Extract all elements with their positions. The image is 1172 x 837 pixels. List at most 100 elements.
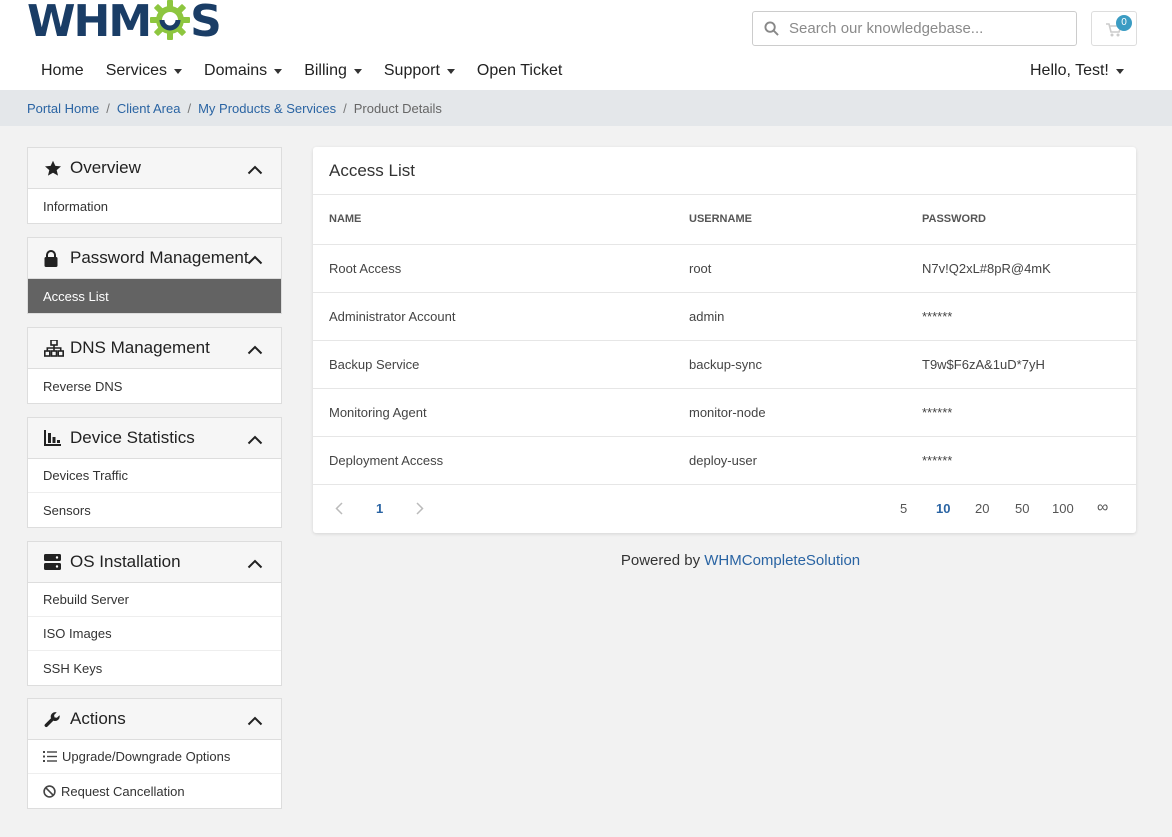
pagination: 1 5 10 20 50 100 ∞ <box>313 485 1136 533</box>
sidebar-item-reverse-dns[interactable]: Reverse DNS <box>28 369 281 403</box>
sidebar-item-upgrade-downgrade[interactable]: Upgrade/Downgrade Options <box>28 740 281 774</box>
page-size-option[interactable]: 10 <box>936 501 950 516</box>
card-title: Access List <box>313 147 1136 195</box>
wrench-icon <box>44 711 66 728</box>
sidebar-panel-overview: Overview Information <box>27 147 282 224</box>
sidebar-item-label: Upgrade/Downgrade Options <box>62 749 231 764</box>
access-list-card: Access List NAME USERNAME PASSWORD Root … <box>313 147 1136 533</box>
cell-password: ****** <box>922 292 1136 341</box>
breadcrumb-separator: / <box>343 100 347 116</box>
cart-count-badge: 0 <box>1116 15 1132 31</box>
cell-username: root <box>689 244 922 293</box>
footer-prefix: Powered by <box>620 552 705 569</box>
sidebar-item-devices-traffic[interactable]: Devices Traffic <box>28 459 281 493</box>
nav-label: Services <box>105 62 168 79</box>
sidebar-panel-os-installation: OS Installation Rebuild Server ISO Image… <box>27 541 282 686</box>
cell-name: Backup Service <box>313 340 689 389</box>
sidebar-item-ssh-keys[interactable]: SSH Keys <box>28 651 281 685</box>
sidebar-item-label: SSH Keys <box>43 660 103 676</box>
sidebar-item-request-cancellation[interactable]: Request Cancellation <box>28 774 281 808</box>
breadcrumb-client-area[interactable]: Client Area <box>117 101 181 116</box>
cell-password: T9w$F6zA&1uD*7yH <box>922 340 1136 389</box>
caret-down-icon <box>174 68 183 74</box>
chevron-up-icon[interactable] <box>247 554 263 574</box>
site-header: WHM S Search our knowledgebase... 0 Home… <box>0 0 1172 90</box>
chevron-left-icon[interactable] <box>335 501 343 518</box>
nav-home[interactable]: Home <box>41 62 84 80</box>
panel-title: Device Statistics <box>70 428 195 447</box>
column-header-username[interactable]: USERNAME <box>689 195 922 245</box>
chevron-up-icon[interactable] <box>247 430 263 450</box>
panel-header[interactable]: OS Installation <box>28 542 281 583</box>
main-nav: Home Services Domains Billing Support Op… <box>41 62 584 80</box>
panel-header[interactable]: Device Statistics <box>28 418 281 459</box>
page-size-option[interactable]: 5 <box>900 501 907 516</box>
breadcrumb-portal-home[interactable]: Portal Home <box>27 101 99 116</box>
caret-down-icon <box>274 68 283 74</box>
sidebar-item-label: Devices Traffic <box>43 468 129 483</box>
page-size-option[interactable]: 20 <box>975 501 989 516</box>
panel-title: DNS Management <box>70 338 210 357</box>
nav-label: Home <box>41 62 84 79</box>
chevron-up-icon[interactable] <box>247 250 263 270</box>
nav-services[interactable]: Services <box>105 62 183 80</box>
cell-username: admin <box>689 292 922 341</box>
sidebar-panel-dns-management: DNS Management Reverse DNS <box>27 327 282 404</box>
chevron-up-icon[interactable] <box>247 711 263 731</box>
sitemap-icon <box>44 339 66 357</box>
footer-link[interactable]: WHMCompleteSolution <box>704 552 860 569</box>
nav-domains[interactable]: Domains <box>204 62 283 80</box>
cell-name: Deployment Access <box>313 436 689 485</box>
page-size-option[interactable]: ∞ <box>1097 499 1108 517</box>
cell-username: backup-sync <box>689 340 922 389</box>
search-input[interactable] <box>789 20 1059 37</box>
column-header-name[interactable]: NAME <box>313 195 689 245</box>
caret-down-icon <box>446 68 455 74</box>
table-row: Monitoring Agent monitor-node ****** <box>313 388 1136 437</box>
chevron-up-icon[interactable] <box>247 160 263 180</box>
sidebar-item-sensors[interactable]: Sensors <box>28 493 281 527</box>
nav-label: Support <box>383 62 440 79</box>
panel-header[interactable]: Actions <box>28 699 281 740</box>
nav-billing[interactable]: Billing <box>304 62 362 80</box>
nav-support[interactable]: Support <box>384 62 455 80</box>
star-icon <box>44 160 66 177</box>
panel-header[interactable]: Password Management <box>28 238 281 279</box>
sidebar-item-rebuild-server[interactable]: Rebuild Server <box>28 583 281 617</box>
caret-down-icon <box>353 68 362 74</box>
sidebar-item-access-list[interactable]: Access List <box>28 279 281 313</box>
sidebar-panel-actions: Actions Upgrade/Downgrade Options Reques… <box>27 698 282 809</box>
sidebar-item-label: Information <box>43 198 109 214</box>
panel-header[interactable]: DNS Management <box>28 328 281 369</box>
chevron-right-icon[interactable] <box>416 501 424 518</box>
breadcrumb-separator: / <box>106 100 110 116</box>
sidebar-item-information[interactable]: Information <box>28 189 281 223</box>
brand-logo[interactable]: WHM S <box>27 0 222 47</box>
footer: Powered by WHMCompleteSolution <box>313 552 1168 569</box>
page-size-option[interactable]: 100 <box>1052 501 1074 516</box>
cell-password: ****** <box>922 388 1136 437</box>
table-row: Deployment Access deploy-user ****** <box>313 436 1136 485</box>
sidebar-item-label: Request Cancellation <box>61 783 185 799</box>
nav-label: Open Ticket <box>476 62 563 79</box>
panel-header[interactable]: Overview <box>28 148 281 189</box>
cell-name: Monitoring Agent <box>313 388 689 437</box>
search-icon[interactable] <box>753 21 789 36</box>
breadcrumb-products-services[interactable]: My Products & Services <box>198 101 336 116</box>
page-number[interactable]: 1 <box>376 501 383 516</box>
cell-name: Administrator Account <box>313 292 689 341</box>
page-size-option[interactable]: 50 <box>1015 501 1029 516</box>
sidebar-item-iso-images[interactable]: ISO Images <box>28 617 281 651</box>
panel-title: Overview <box>70 158 141 177</box>
lock-icon <box>44 249 66 267</box>
sidebar-item-label: Sensors <box>43 502 91 518</box>
nav-open-ticket[interactable]: Open Ticket <box>477 62 562 80</box>
user-menu[interactable]: Hello, Test! <box>1030 62 1124 80</box>
panel-title: Actions <box>70 709 126 728</box>
cell-password: ****** <box>922 436 1136 485</box>
logo-text-right: S <box>190 0 222 47</box>
chevron-up-icon[interactable] <box>247 340 263 360</box>
knowledgebase-search <box>752 11 1077 46</box>
cart-button[interactable]: 0 <box>1091 11 1137 46</box>
column-header-password[interactable]: PASSWORD <box>922 195 1136 245</box>
